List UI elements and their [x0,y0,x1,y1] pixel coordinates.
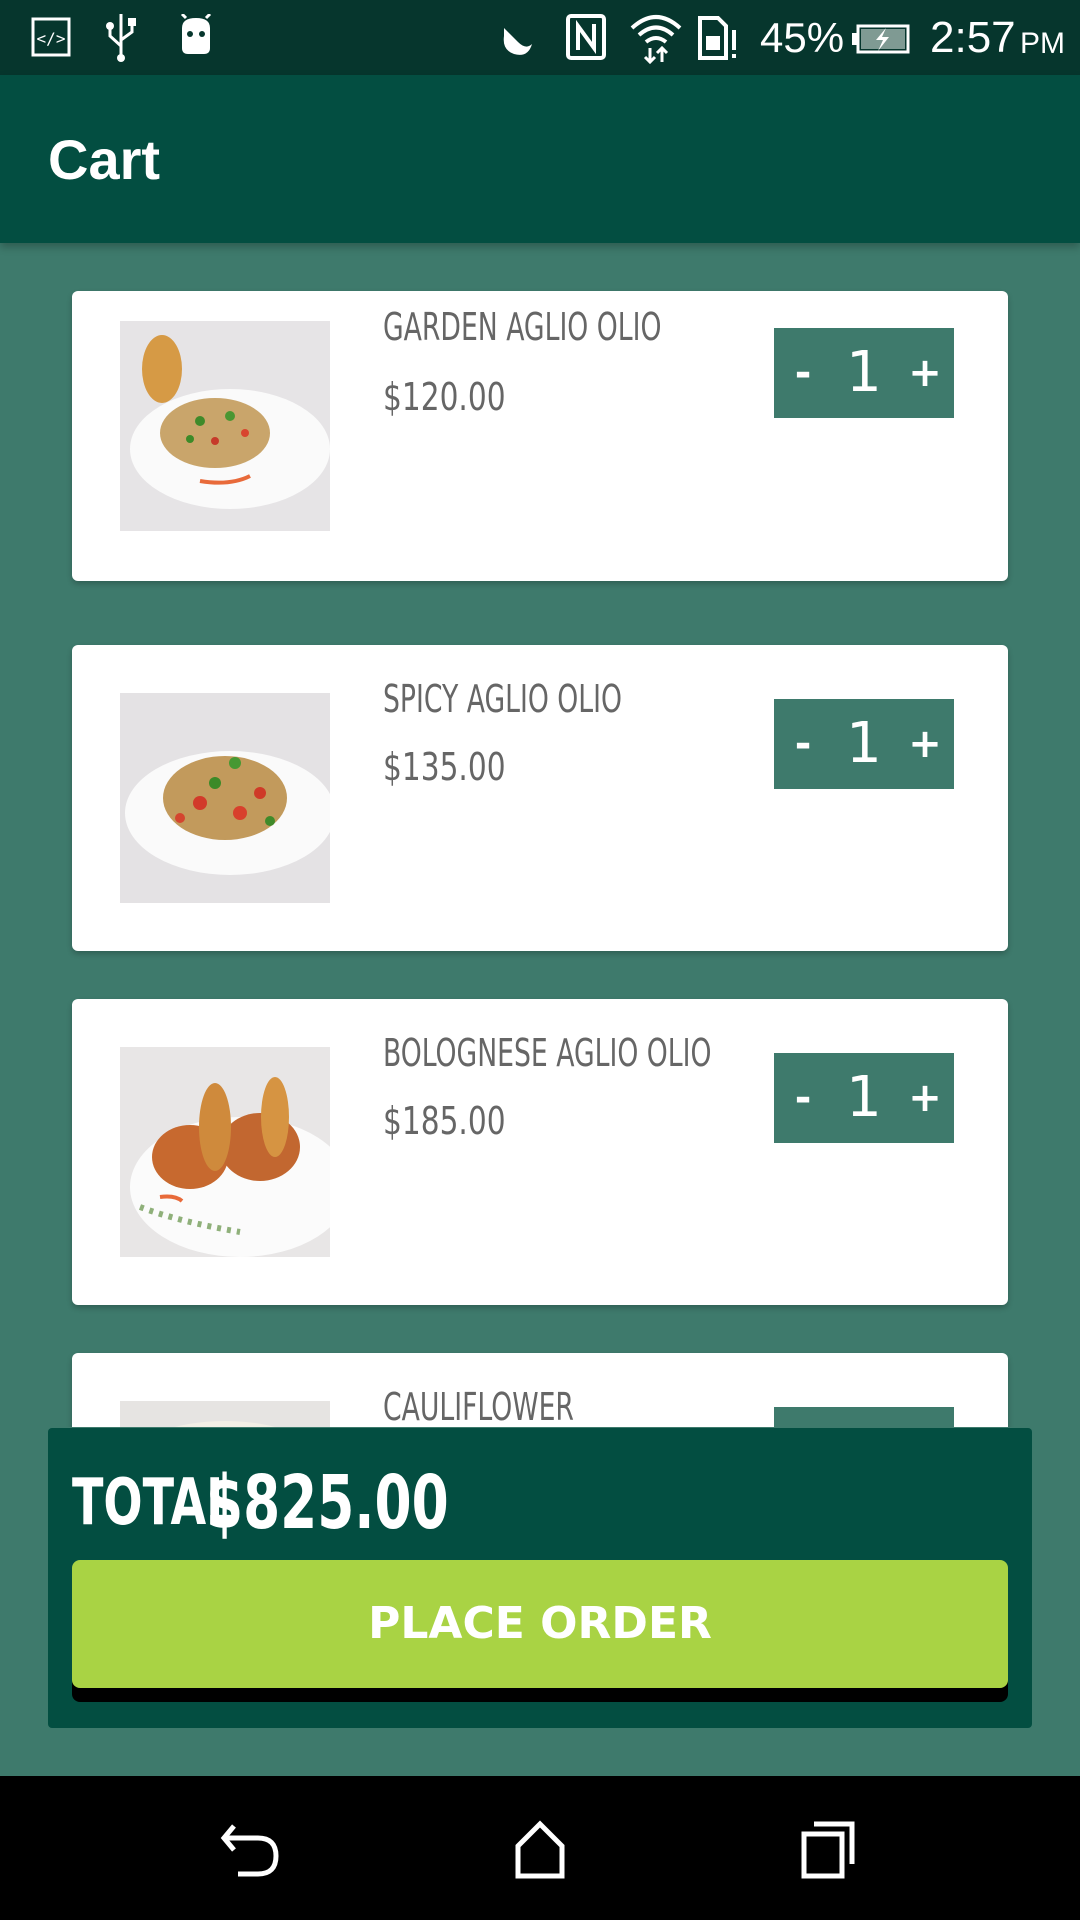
android-icon [180,14,212,54]
home-icon[interactable] [500,1812,580,1884]
order-summary-panel: TOTAL $825.00 PLACE ORDER [48,1428,1032,1728]
app-bar: Cart [0,75,1080,243]
quantity-value: 1 [846,340,882,405]
page-title: Cart [48,128,161,191]
quantity-value: 1 [846,711,882,776]
place-order-button[interactable]: PLACE ORDER [72,1560,1008,1688]
cart-item: BOLOGNESE AGLIO OLIO $185.00 - 1 + [72,999,1008,1305]
quantity-value: 1 [834,1413,894,1427]
clock-ampm: PM [1020,27,1065,60]
decrease-button[interactable]: - [778,1417,828,1427]
increase-button[interactable]: + [900,1417,950,1427]
increase-button[interactable]: + [900,709,950,779]
increase-button[interactable]: + [900,338,950,408]
decrease-button[interactable]: - [778,709,828,779]
dish-price: $135.00 [383,745,506,789]
battery-charging-icon [852,24,910,54]
code-icon: </> [31,17,71,57]
cart-item: CAULIFLOWER - 1 + [72,1353,1008,1427]
decrease-button[interactable]: - [778,1063,828,1133]
dish-image [120,1047,330,1257]
cauliflower-photo [120,1401,330,1427]
place-order-label: PLACE ORDER [368,1598,712,1649]
cart-list[interactable]: GARDEN AGLIO OLIO $120.00 - 1 + SPICY AG [0,243,1080,1427]
dish-name: CAULIFLOWER [383,1385,574,1427]
clock-time: 2:57 [930,13,1016,62]
quantity-stepper: - 1 + [774,699,954,789]
usb-icon [106,14,136,62]
dish-image [120,321,330,531]
battery-percent: 45% [760,14,845,61]
cart-item: GARDEN AGLIO OLIO $120.00 - 1 + [72,291,1008,581]
total-value: $825.00 [206,1460,449,1546]
sim-icon [698,16,736,60]
quantity-stepper: - 1 + [774,1053,954,1143]
garden-aglio-olio-photo [120,321,330,531]
dnd-icon [503,28,532,55]
decrease-button[interactable]: - [778,338,828,408]
back-icon[interactable] [212,1812,292,1884]
quantity-value: 1 [846,1065,882,1130]
dish-image [120,693,330,903]
status-bar: </> 45% 2:57 PM [0,0,1080,75]
dish-name: GARDEN AGLIO OLIO [383,305,662,349]
navigation-bar [0,1776,1080,1920]
dish-name: BOLOGNESE AGLIO OLIO [383,1031,712,1075]
wifi-icon [630,15,682,64]
spicy-aglio-olio-photo [120,693,330,903]
increase-button[interactable]: + [900,1063,950,1133]
cart-item: SPICY AGLIO OLIO $135.00 - 1 + [72,645,1008,951]
dish-price: $185.00 [383,1099,506,1143]
bolognese-aglio-olio-photo [120,1047,330,1257]
nfc-icon [566,14,606,60]
svg-text:</>: </> [37,29,66,48]
dish-price: $120.00 [383,375,506,419]
quantity-stepper: - 1 + [774,1407,954,1427]
dish-image [120,1401,330,1427]
recents-icon[interactable] [788,1812,868,1884]
dish-name: SPICY AGLIO OLIO [383,677,622,721]
quantity-stepper: - 1 + [774,328,954,418]
